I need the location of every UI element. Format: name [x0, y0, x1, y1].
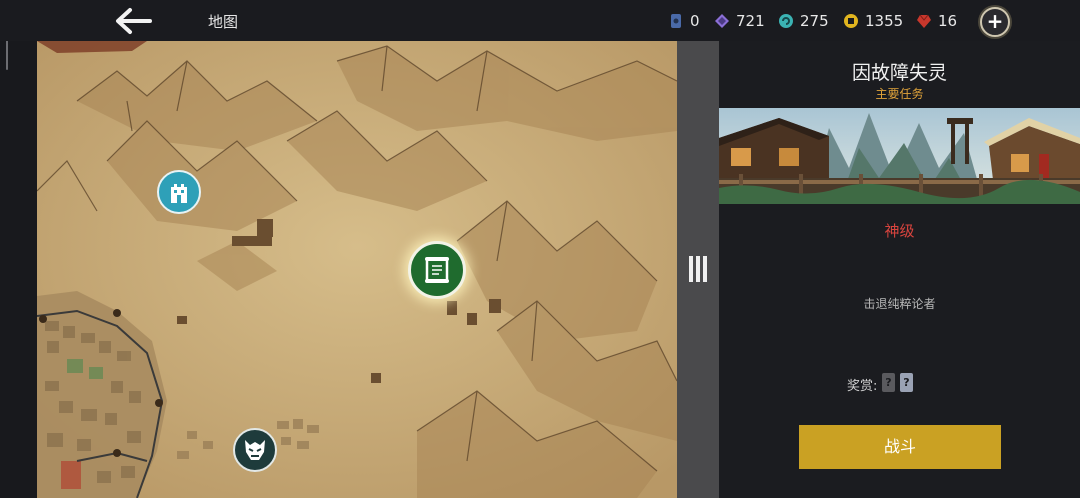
difficulty-label: 神级	[884, 222, 915, 240]
map-marker-tower[interactable]	[157, 170, 201, 214]
resource-gem[interactable]: 16	[916, 9, 957, 33]
resource-gem-value: 16	[938, 12, 958, 30]
page-title: 地图	[208, 13, 239, 31]
coin-icon	[844, 14, 858, 28]
resource-spiral-value: 275	[800, 12, 829, 30]
resource-coin[interactable]: 1355	[843, 9, 903, 33]
map-terrain	[37, 41, 677, 498]
reward-item-unknown[interactable]: ?	[882, 373, 895, 392]
map-marker-enemy[interactable]	[233, 428, 277, 472]
resource-coin-value: 1355	[865, 12, 904, 30]
drawer-toggle[interactable]	[687, 256, 709, 282]
fight-button[interactable]: 战斗	[799, 425, 1001, 469]
back-button[interactable]	[112, 6, 154, 36]
arrow-left-icon	[116, 8, 152, 34]
screen-edge	[0, 0, 37, 498]
resource-spiral[interactable]: 275	[778, 9, 829, 33]
plus-icon: +	[986, 9, 1004, 33]
drag-handle-icon	[689, 256, 707, 282]
resource-crystal[interactable]: 721	[714, 9, 765, 33]
reward-label: 奖赏:	[847, 379, 878, 394]
tower-icon	[171, 184, 187, 203]
add-currency-button[interactable]: +	[980, 7, 1010, 37]
world-map[interactable]	[37, 41, 677, 498]
mission-objective: 击退纯粹论者	[863, 297, 936, 311]
scroll-icon	[425, 257, 449, 283]
mission-type: 主要任务	[875, 87, 924, 101]
map-marker-mission-selected[interactable]	[408, 241, 466, 299]
diamond-icon	[715, 14, 729, 28]
ticket-icon	[671, 14, 681, 28]
resource-ticket[interactable]: 0	[668, 9, 700, 33]
mission-title: 因故障失灵	[851, 62, 947, 84]
resource-crystal-value: 721	[736, 12, 765, 30]
demon-mask-icon	[245, 440, 265, 460]
reward-item-unknown[interactable]: ?	[900, 373, 913, 392]
resource-ticket-value: 0	[690, 12, 700, 30]
gem-icon	[917, 14, 931, 28]
mission-banner-image	[719, 108, 1080, 204]
spiral-icon	[779, 14, 793, 28]
